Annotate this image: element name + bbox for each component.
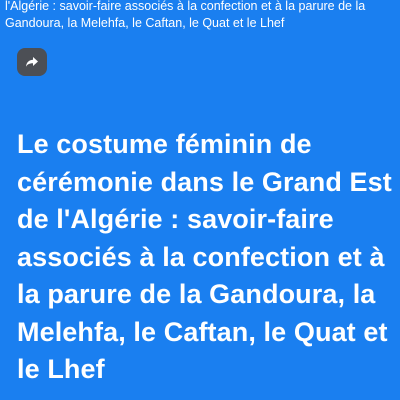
caption-preview-text: l'Algérie : savoir-faire associés à la c… <box>5 0 366 30</box>
share-button[interactable] <box>17 48 47 76</box>
share-arrow-icon <box>25 56 39 68</box>
post-screen: l'Algérie : savoir-faire associés à la c… <box>0 0 400 400</box>
post-headline: Le costume féminin de cérémonie dans le … <box>17 129 392 384</box>
